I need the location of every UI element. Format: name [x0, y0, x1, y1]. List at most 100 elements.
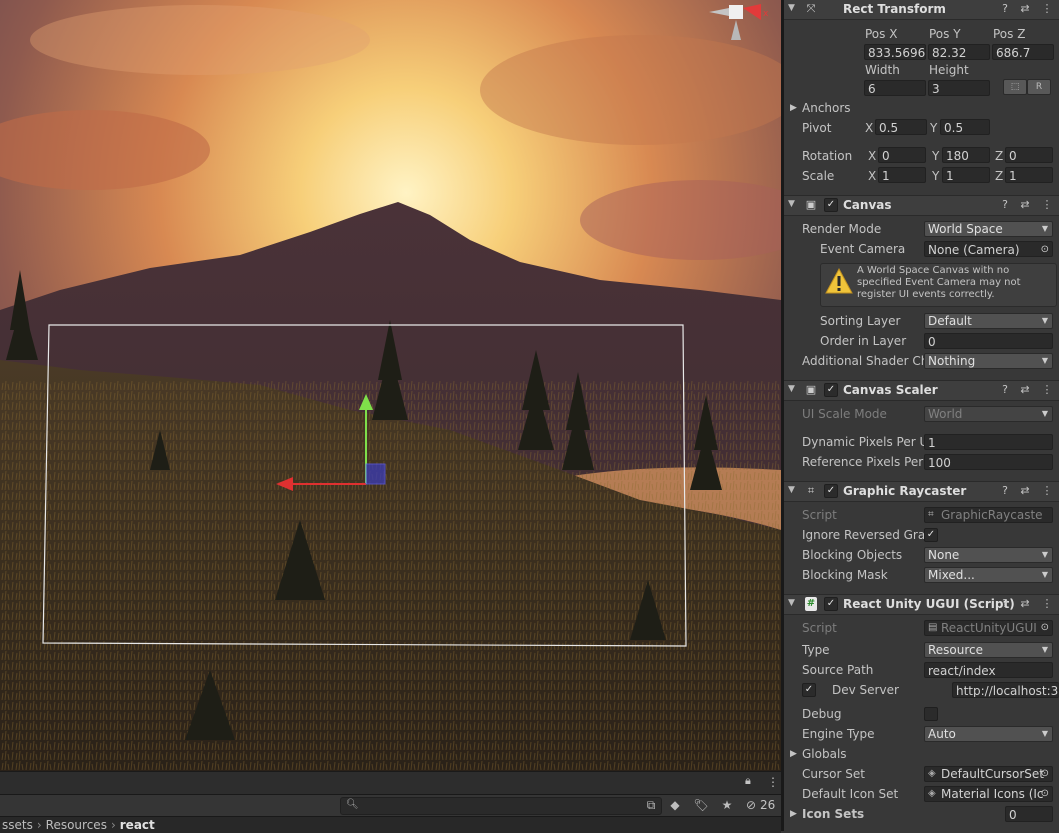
component-title: Rect Transform: [843, 2, 946, 16]
presets-icon[interactable]: ⇄: [1018, 198, 1032, 212]
pivot-y-field[interactable]: 0.5: [940, 119, 990, 135]
engine-type-dropdown[interactable]: Auto ▼: [924, 726, 1053, 742]
foldout-arrow-icon[interactable]: ▼: [788, 598, 795, 608]
scene-orientation-gizmo[interactable]: x: [707, 2, 773, 58]
raycaster-icon: ⌗: [807, 484, 815, 497]
object-picker-icon[interactable]: ⊙: [1041, 242, 1049, 256]
filter-by-type-icon[interactable]: ◆: [666, 797, 684, 813]
scene-view[interactable]: x: [0, 0, 781, 771]
additional-shader-dropdown[interactable]: Nothing ▼: [924, 353, 1053, 369]
icon-sets-label[interactable]: Icon Sets: [802, 807, 864, 821]
presets-icon[interactable]: ⇄: [1018, 597, 1032, 611]
react-unity-ugui-header[interactable]: ▼ # ✓ React Unity UGUI (Script) ? ⇄ ⋮: [784, 594, 1059, 615]
script-field: ⌗ GraphicRaycaste: [924, 507, 1053, 523]
scale-x-field[interactable]: 1: [878, 167, 926, 183]
enable-checkbox[interactable]: ✓: [824, 198, 838, 212]
rotation-x-field[interactable]: 0: [878, 147, 926, 163]
more-options-icon[interactable]: ⋮: [767, 775, 779, 789]
scale-y-field[interactable]: 1: [942, 167, 990, 183]
foldout-arrow-icon[interactable]: ▼: [788, 384, 795, 394]
enable-checkbox[interactable]: ✓: [824, 597, 838, 611]
canvas-scaler-header[interactable]: ▼ ▣ ✓ Canvas Scaler ? ⇄ ⋮: [784, 380, 1059, 401]
rect-transform-header[interactable]: ▼ ⤧ Rect Transform ? ⇄ ⋮: [784, 0, 1059, 20]
foldout-arrow-icon[interactable]: ▼: [788, 485, 795, 495]
help-icon[interactable]: ?: [998, 383, 1012, 397]
foldout-arrow-icon[interactable]: ▼: [788, 199, 795, 209]
globals-label[interactable]: Globals: [802, 747, 847, 761]
more-options-icon[interactable]: ⋮: [1040, 383, 1054, 397]
blocking-mask-dropdown[interactable]: Mixed... ▼: [924, 567, 1053, 583]
foldout-arrow-icon[interactable]: ▶: [790, 747, 797, 761]
rotation-z-field[interactable]: 0: [1005, 147, 1053, 163]
render-mode-label: Render Mode: [802, 222, 882, 236]
order-in-layer-field[interactable]: 0: [924, 333, 1053, 349]
help-icon[interactable]: ?: [998, 2, 1012, 16]
ignore-reversed-label: Ignore Reversed Grap: [802, 528, 933, 542]
more-options-icon[interactable]: ⋮: [1040, 484, 1054, 498]
breadcrumb-item-react[interactable]: react: [120, 818, 155, 832]
search-input[interactable]: [359, 798, 639, 814]
dynamic-pixels-label: Dynamic Pixels Per U: [802, 435, 929, 449]
project-toolbar: 🔍︎ ⧉ ◆ 🏷︎ ★ ⊘ 26: [0, 795, 781, 817]
pos-z-field[interactable]: 686.7: [992, 44, 1054, 60]
dynamic-pixels-field[interactable]: 1: [924, 434, 1053, 450]
presets-icon[interactable]: ⇄: [1018, 484, 1032, 498]
blocking-objects-dropdown[interactable]: None ▼: [924, 547, 1053, 563]
default-icon-set-field[interactable]: ◈ Material Icons (Ic ⊙: [924, 786, 1053, 802]
search-field[interactable]: 🔍︎: [340, 797, 662, 815]
pos-y-field[interactable]: 82.32: [928, 44, 990, 60]
source-path-field[interactable]: react/index: [924, 662, 1053, 678]
icon-sets-size-field[interactable]: 0: [1005, 806, 1053, 822]
scene-render[interactable]: [0, 0, 781, 771]
enable-checkbox[interactable]: ✓: [824, 383, 838, 397]
raw-edit-button[interactable]: R: [1027, 79, 1051, 95]
object-picker-icon[interactable]: ⊙: [1041, 787, 1049, 801]
dev-server-field[interactable]: http://localhost:30: [952, 682, 1059, 698]
height-field[interactable]: 3: [928, 80, 990, 96]
more-options-icon[interactable]: ⋮: [1040, 2, 1054, 16]
cursor-set-value: DefaultCursorSet: [941, 767, 1044, 781]
more-options-icon[interactable]: ⋮: [1040, 597, 1054, 611]
pivot-label: Pivot: [802, 121, 832, 135]
scale-z-field[interactable]: 1: [1005, 167, 1053, 183]
help-icon[interactable]: ?: [998, 484, 1012, 498]
sorting-layer-dropdown[interactable]: Default ▼: [924, 313, 1053, 329]
enable-checkbox[interactable]: ✓: [824, 484, 838, 498]
pos-x-field[interactable]: 833.5696: [864, 44, 926, 60]
search-by-type-icon[interactable]: ⧉: [642, 797, 660, 813]
object-picker-icon[interactable]: ⊙: [1041, 767, 1049, 781]
presets-icon[interactable]: ⇄: [1018, 2, 1032, 16]
cursor-set-field[interactable]: ◈ DefaultCursorSet ⊙: [924, 766, 1053, 782]
breadcrumb-item-assets[interactable]: ssets: [2, 818, 33, 832]
help-icon[interactable]: ?: [998, 597, 1012, 611]
foldout-arrow-icon[interactable]: ▶: [790, 101, 797, 115]
graphic-raycaster-header[interactable]: ▼ ⌗ ✓ Graphic Raycaster ? ⇄ ⋮: [784, 481, 1059, 502]
canvas-header[interactable]: ▼ ▣ ✓ Canvas ? ⇄ ⋮: [784, 195, 1059, 216]
debug-checkbox[interactable]: [924, 707, 938, 721]
reference-pixels-field[interactable]: 100: [924, 454, 1053, 470]
foldout-arrow-icon[interactable]: ▶: [790, 807, 797, 821]
more-options-icon[interactable]: ⋮: [1040, 198, 1054, 212]
help-icon[interactable]: ?: [998, 198, 1012, 212]
debug-label: Debug: [802, 707, 842, 721]
canvas-icon: ▣: [805, 198, 817, 211]
breadcrumb-item-resources[interactable]: Resources: [46, 818, 107, 832]
foldout-arrow-icon[interactable]: ▼: [788, 3, 795, 13]
favorites-star-icon[interactable]: ★: [718, 797, 736, 813]
render-mode-dropdown[interactable]: World Space ▼: [924, 221, 1053, 237]
filter-by-label-icon[interactable]: 🏷︎: [692, 797, 710, 813]
event-camera-field[interactable]: None (Camera) ⊙: [924, 241, 1053, 257]
additional-shader-label: Additional Shader Ch: [802, 354, 929, 368]
blueprint-mode-button[interactable]: ⬚: [1003, 79, 1027, 95]
ignore-reversed-checkbox[interactable]: ✓: [924, 528, 938, 542]
presets-icon[interactable]: ⇄: [1018, 383, 1032, 397]
type-dropdown[interactable]: Resource ▼: [924, 642, 1053, 658]
lock-icon[interactable]: 🔒︎: [745, 775, 755, 787]
pivot-x-field[interactable]: 0.5: [875, 119, 927, 135]
width-field[interactable]: 6: [864, 80, 926, 96]
dev-server-checkbox[interactable]: ✓: [802, 683, 816, 697]
source-path-label: Source Path: [802, 663, 874, 677]
anchors-label[interactable]: Anchors: [802, 101, 851, 115]
rotation-y-field[interactable]: 180: [942, 147, 990, 163]
hidden-packages-icon[interactable]: ⊘: [742, 797, 760, 813]
